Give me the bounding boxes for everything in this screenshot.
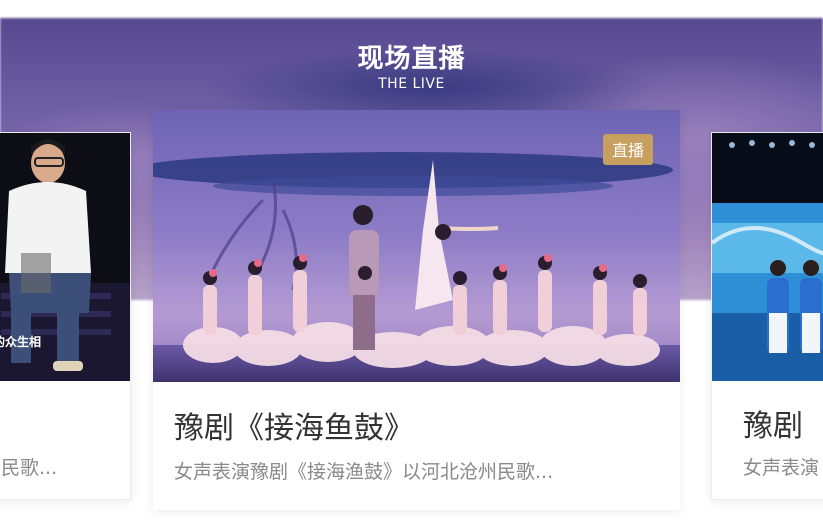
dance-performance-photo: [153, 110, 680, 382]
stage-performance-photo: [712, 133, 823, 381]
card-description: 女声表演: [743, 457, 820, 479]
live-badge: 直播: [602, 134, 653, 165]
section-title: 现场直播: [357, 44, 466, 74]
card-title[interactable]: 豫剧《接海鱼鼓》: [174, 403, 414, 447]
card-thumbnail[interactable]: 直播: [153, 110, 680, 382]
card-overlay-text: 的众生相: [0, 335, 42, 349]
live-card-main[interactable]: 直播 豫剧《接海鱼鼓》 女声表演豫剧《接海渔鼓》以河北沧州民歌...: [153, 110, 680, 510]
card-thumbnail[interactable]: 的众生相: [0, 133, 130, 381]
live-section: 现场直播 THE LIVE 的众生相 民歌.: [0, 0, 823, 526]
card-thumbnail[interactable]: [712, 133, 823, 381]
card-title[interactable]: 豫剧: [743, 401, 803, 445]
live-card-prev[interactable]: 的众生相 民歌...: [0, 132, 131, 500]
live-card-next[interactable]: 豫剧 女声表演: [711, 132, 823, 500]
card-description: 女声表演豫剧《接海渔鼓》以河北沧州民歌...: [174, 461, 554, 483]
card-description: 民歌...: [1, 457, 58, 479]
section-subtitle: THE LIVE: [378, 76, 445, 92]
